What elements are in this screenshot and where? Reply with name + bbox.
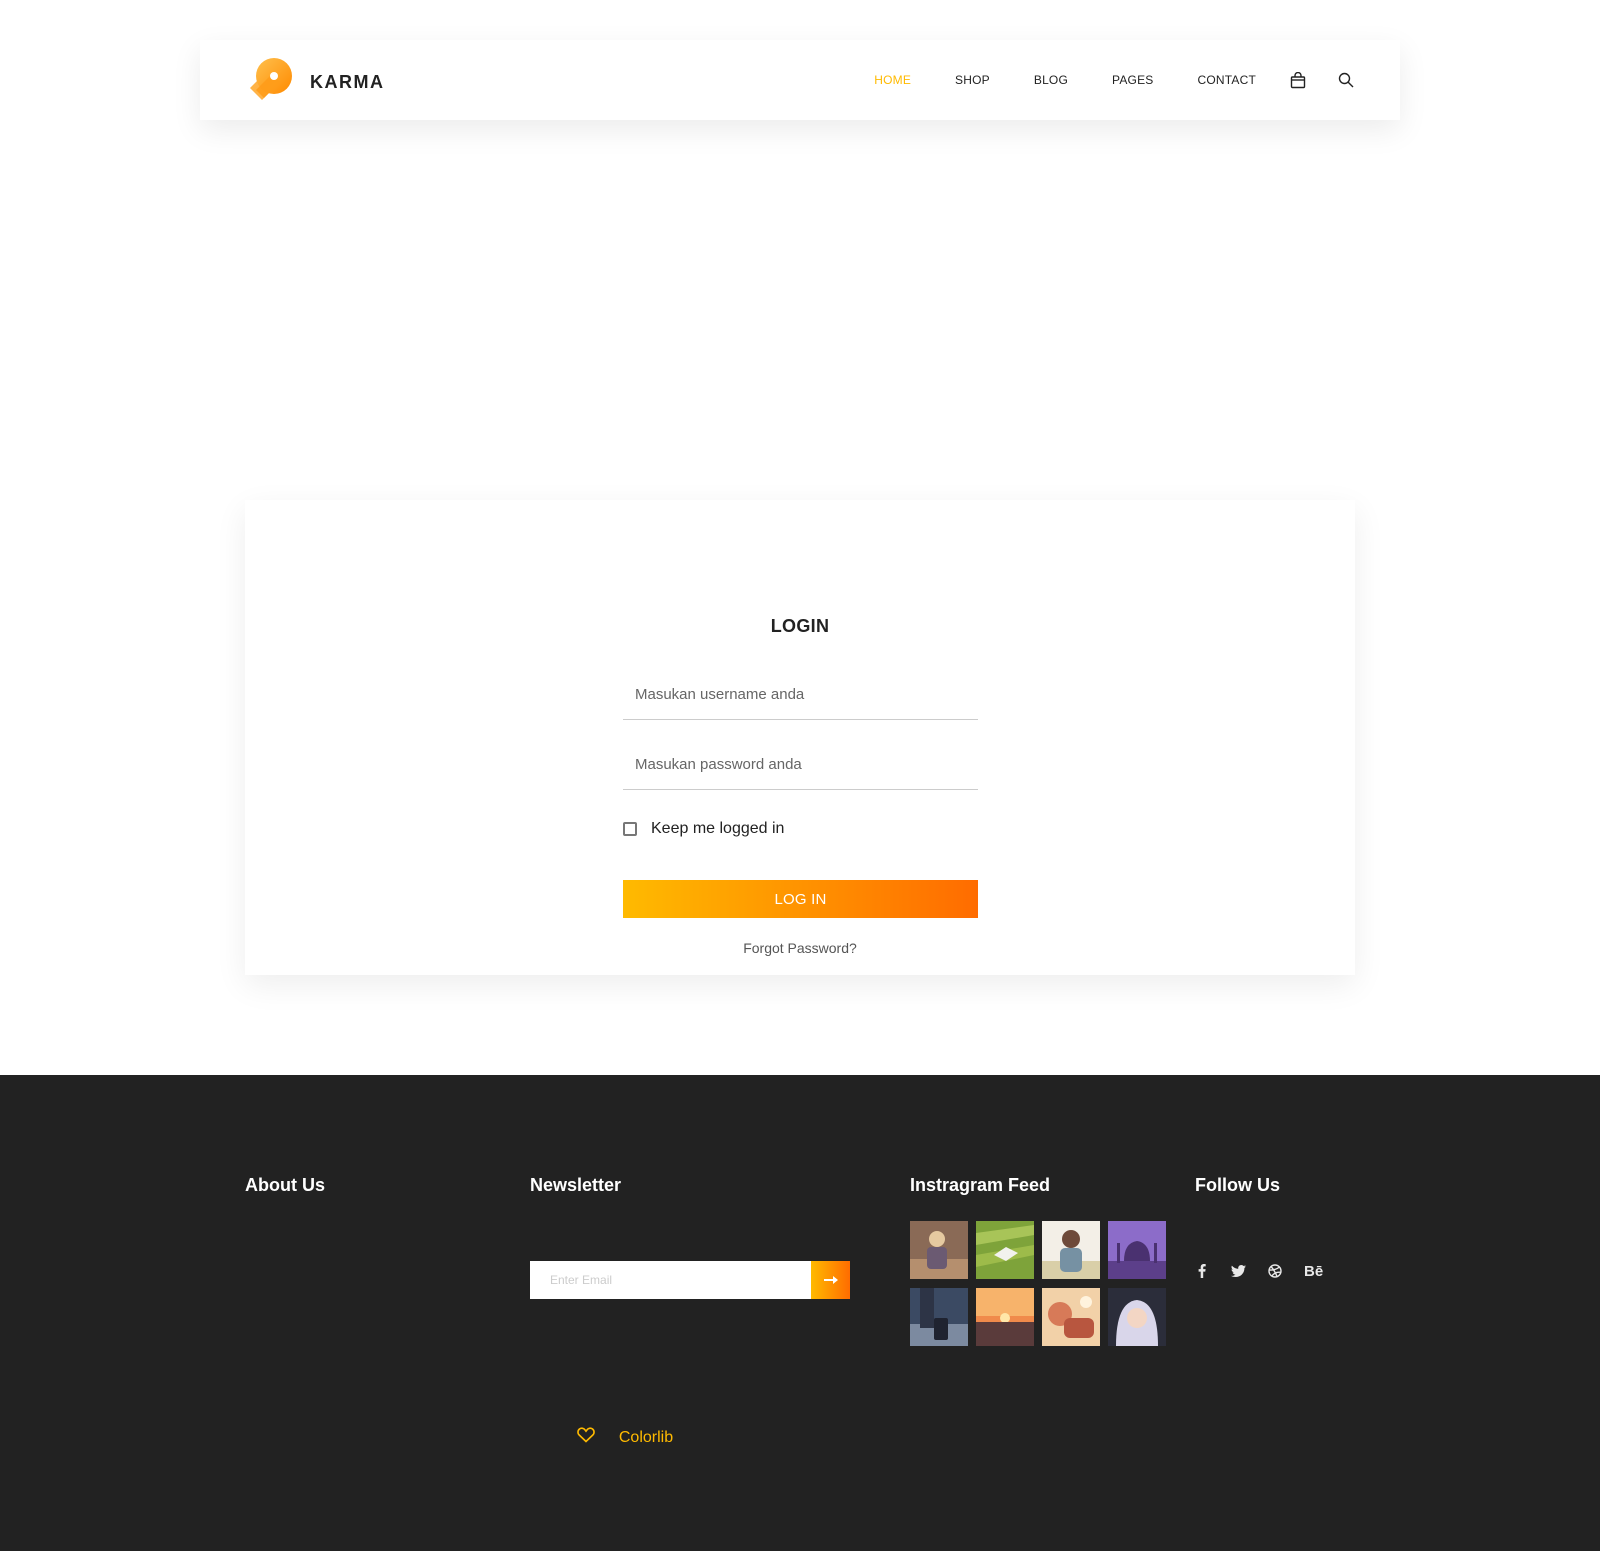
about-title: About Us (245, 1175, 325, 1195)
remember-label: Keep me logged in (651, 820, 785, 837)
instagram-thumb[interactable] (1042, 1221, 1100, 1279)
instagram-thumb[interactable] (1108, 1288, 1166, 1346)
facebook-icon[interactable] (1195, 1259, 1209, 1283)
instagram-thumb[interactable] (1042, 1288, 1100, 1346)
instagram-grid (910, 1221, 1170, 1346)
arrow-right-icon (823, 1273, 839, 1288)
login-title: LOGIN (770, 616, 830, 636)
instagram-thumb[interactable] (910, 1221, 968, 1279)
instagram-title: Instragram Feed (910, 1175, 1051, 1195)
instagram-thumb[interactable] (976, 1221, 1034, 1279)
site-header: KARMA HOME SHOP BLOG PAGES CONTACT (200, 40, 1400, 120)
username-input[interactable] (623, 670, 978, 720)
dribbble-icon[interactable] (1268, 1259, 1282, 1283)
login-card: LOGIN Keep me logged in LOG IN Forgot Pa… (245, 500, 1355, 975)
nav-item-contact[interactable]: CONTACT (1197, 73, 1256, 87)
behance-icon[interactable]: Bē (1304, 1259, 1323, 1283)
main-nav: HOME SHOP BLOG PAGES CONTACT (830, 40, 1356, 120)
nav-item-pages[interactable]: PAGES (1112, 73, 1153, 87)
logo-link[interactable]: KARMA (244, 54, 385, 111)
newsletter-submit-button[interactable] (811, 1261, 850, 1299)
nav-item-shop[interactable]: SHOP (955, 73, 990, 87)
instagram-thumb[interactable] (1108, 1221, 1166, 1279)
colorlib-link[interactable]: Colorlib (619, 1429, 673, 1447)
instagram-thumb[interactable] (910, 1288, 968, 1346)
instagram-thumb[interactable] (976, 1288, 1034, 1346)
newsletter-title: Newsletter (530, 1175, 622, 1195)
newsletter-email-input[interactable] (530, 1261, 811, 1299)
brand-name: KARMA (310, 72, 385, 92)
nav-item-blog[interactable]: BLOG (1034, 73, 1068, 87)
forgot-password-link[interactable]: Forgot Password? (245, 940, 1355, 956)
footer-credit: Colorlib (0, 1427, 1600, 1448)
follow-title: Follow Us (1195, 1175, 1280, 1195)
password-input[interactable] (623, 740, 978, 790)
heart-icon (577, 1427, 595, 1448)
site-footer: About Us Newsletter Instragram Feed (0, 1075, 1600, 1551)
social-links: Bē (1195, 1259, 1345, 1283)
newsletter-form (530, 1261, 850, 1299)
search-icon[interactable] (1336, 70, 1356, 90)
shopping-bag-icon[interactable] (1288, 70, 1308, 90)
twitter-icon[interactable] (1231, 1259, 1246, 1283)
nav-item-home[interactable]: HOME (874, 73, 911, 87)
logo-icon (244, 54, 296, 111)
login-button[interactable]: LOG IN (623, 880, 978, 918)
remember-checkbox[interactable] (623, 822, 637, 836)
remember-me[interactable]: Keep me logged in (623, 820, 784, 838)
